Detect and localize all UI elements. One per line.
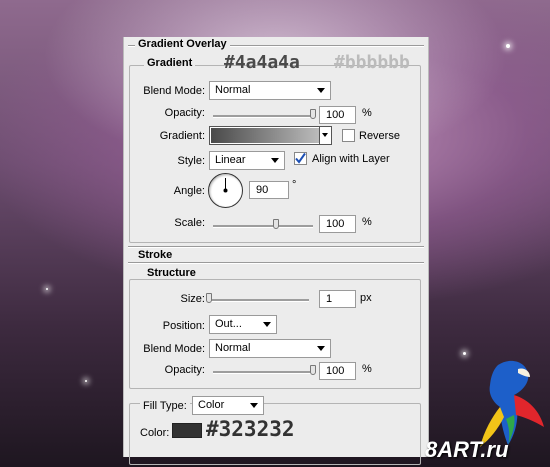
stroke-opacity-slider-track[interactable] [213,371,313,374]
chevron-down-icon [271,158,279,163]
sparkle-star [85,380,87,382]
size-label: Size: [180,293,205,305]
align-with-layer-label: Align with Layer [312,153,390,165]
fill-type-dropdown[interactable]: Color [192,396,264,415]
fill-type-label: Fill Type: [140,400,190,412]
size-slider-track[interactable] [209,299,309,302]
stroke-title: Stroke [135,249,176,261]
stroke-blend-mode-label: Blend Mode: [143,343,205,355]
blend-mode-dropdown[interactable]: Normal [209,81,331,100]
reverse-label: Reverse [359,130,400,142]
style-value: Linear [215,154,246,166]
chevron-down-icon [322,133,328,137]
color-label: Color: [140,427,170,439]
opacity-slider-thumb[interactable] [310,109,316,119]
section-divider [128,246,424,248]
structure-group-title: Structure [144,267,199,279]
angle-input[interactable]: 90 [249,181,289,199]
scale-label: Scale: [174,217,205,229]
sparkle-star [506,44,510,48]
color-swatch[interactable] [172,423,202,438]
align-with-layer-checkbox[interactable] [294,152,307,165]
chevron-down-icon [317,346,325,351]
section-divider [128,262,424,264]
sparkle-star [463,352,466,355]
opacity-slider-track[interactable] [213,115,313,118]
gradient-preview[interactable] [211,128,319,143]
opacity-unit: % [362,107,372,119]
angle-unit: ° [292,179,297,191]
scale-unit: % [362,216,372,228]
gradient-label: Gradient: [159,130,205,142]
style-dropdown[interactable]: Linear [209,151,285,170]
blend-mode-value: Normal [215,84,251,96]
hex-light-annotation: #bbbbbb [334,52,410,73]
sparkle-star [46,288,48,290]
angle-label: Angle: [173,185,205,197]
stroke-blend-mode-dropdown[interactable]: Normal [209,339,331,358]
watermark-text: 8ART.ru [425,437,509,462]
hex-dark-annotation: #4a4a4a [224,52,300,73]
position-label: Position: [162,320,205,332]
scale-slider-track[interactable] [213,225,313,228]
gradient-group-title: Gradient [144,57,196,69]
checkmark-icon [295,152,306,164]
stroke-opacity-unit: % [362,363,372,375]
position-dropdown[interactable]: Out... [209,315,277,334]
color-hex-annotation: #323232 [206,417,295,441]
blend-mode-label: Blend Mode: [143,85,205,97]
stroke-blend-mode-value: Normal [215,342,251,354]
stroke-opacity-input[interactable]: 100 [319,362,356,380]
fill-type-value: Color [198,399,225,411]
scale-slider-thumb[interactable] [273,219,279,229]
chevron-down-icon [317,88,325,93]
size-input[interactable]: 1 [319,290,356,308]
reverse-checkbox[interactable] [342,129,355,142]
stroke-opacity-label: Opacity: [164,364,205,376]
size-slider-thumb[interactable] [206,293,212,303]
size-unit: px [360,292,372,304]
chevron-down-icon [263,322,271,327]
angle-dial[interactable] [208,173,243,208]
stroke-opacity-slider-thumb[interactable] [310,365,316,375]
angle-dial-needle [223,178,228,193]
opacity-input[interactable]: 100 [319,106,356,124]
opacity-label: Opacity: [164,107,205,119]
position-value: Out... [215,318,242,330]
scale-input[interactable]: 100 [319,215,356,233]
gradient-dropdown-button[interactable] [319,127,331,144]
gradient-picker[interactable] [209,126,332,145]
style-label: Style: [177,155,205,167]
gradient-overlay-title: Gradient Overlay [135,38,230,50]
layer-style-panel: Gradient Overlay Gradient #4a4a4a #bbbbb… [123,37,429,465]
chevron-down-icon [250,403,258,408]
